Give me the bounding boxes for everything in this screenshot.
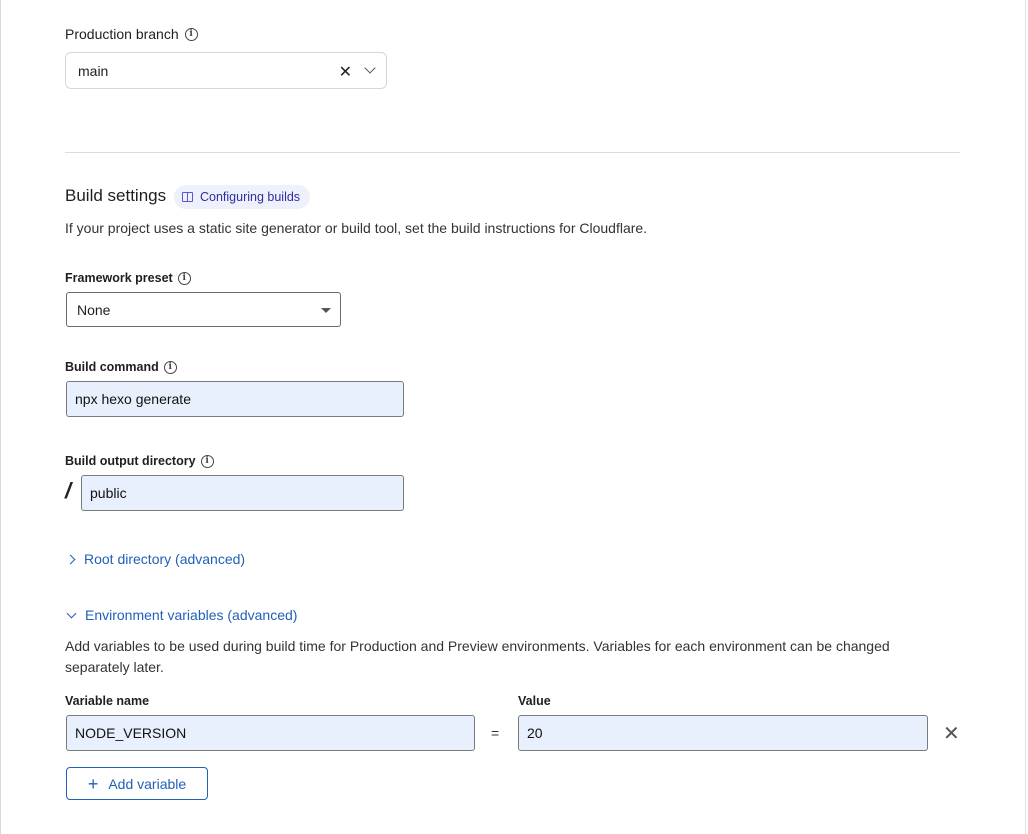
caret-down-icon xyxy=(321,308,331,313)
root-directory-toggle[interactable]: Root directory (advanced) xyxy=(65,551,245,567)
env-vars-description: Add variables to be used during build ti… xyxy=(65,638,890,675)
scrollbar-track xyxy=(1025,0,1026,834)
info-circle-icon[interactable]: i xyxy=(177,271,191,285)
production-branch-label: Production branch i xyxy=(65,26,198,42)
plus-icon: + xyxy=(87,773,99,794)
framework-preset-label: Framework preset i xyxy=(65,271,191,285)
framework-preset-value: None xyxy=(77,301,111,318)
env-vars-toggle[interactable]: Environment variables (advanced) xyxy=(65,607,297,623)
remove-variable-icon[interactable]: ✕ xyxy=(943,721,960,746)
build-command-label: Build command i xyxy=(65,360,177,374)
book-icon xyxy=(182,192,193,202)
variable-name-input[interactable]: NODE_VERSION xyxy=(66,715,475,751)
path-prefix: / xyxy=(65,478,72,503)
info-circle-icon[interactable]: i xyxy=(200,454,214,468)
build-settings-description: If your project uses a static site gener… xyxy=(65,220,648,236)
build-settings-title: Build settings xyxy=(65,186,167,205)
variable-name-header: Variable name xyxy=(65,694,150,708)
production-branch-value: main xyxy=(78,62,109,79)
configuring-builds-link[interactable]: Configuring builds xyxy=(174,185,311,209)
production-branch-select[interactable]: main ✕ xyxy=(65,52,387,89)
chevron-down-icon[interactable] xyxy=(364,62,376,74)
equals-sign: = xyxy=(491,725,500,741)
add-variable-button[interactable]: + Add variable xyxy=(66,767,208,800)
chevron-down-icon xyxy=(66,608,77,618)
info-circle-icon[interactable]: i xyxy=(184,27,198,41)
section-divider xyxy=(65,152,960,153)
chevron-right-icon xyxy=(65,554,76,564)
framework-preset-select[interactable]: None xyxy=(66,292,341,327)
build-output-label: Build output directory i xyxy=(65,454,214,468)
build-command-input[interactable]: npx hexo generate xyxy=(66,381,404,417)
clear-icon[interactable]: ✕ xyxy=(339,62,352,82)
build-output-input[interactable]: public xyxy=(81,475,404,511)
info-circle-icon[interactable]: i xyxy=(163,360,177,374)
variable-value-input[interactable]: 20 xyxy=(518,715,928,751)
settings-page: Production branch i main ✕ Build setting… xyxy=(0,0,1028,834)
variable-value-header: Value xyxy=(518,694,551,708)
